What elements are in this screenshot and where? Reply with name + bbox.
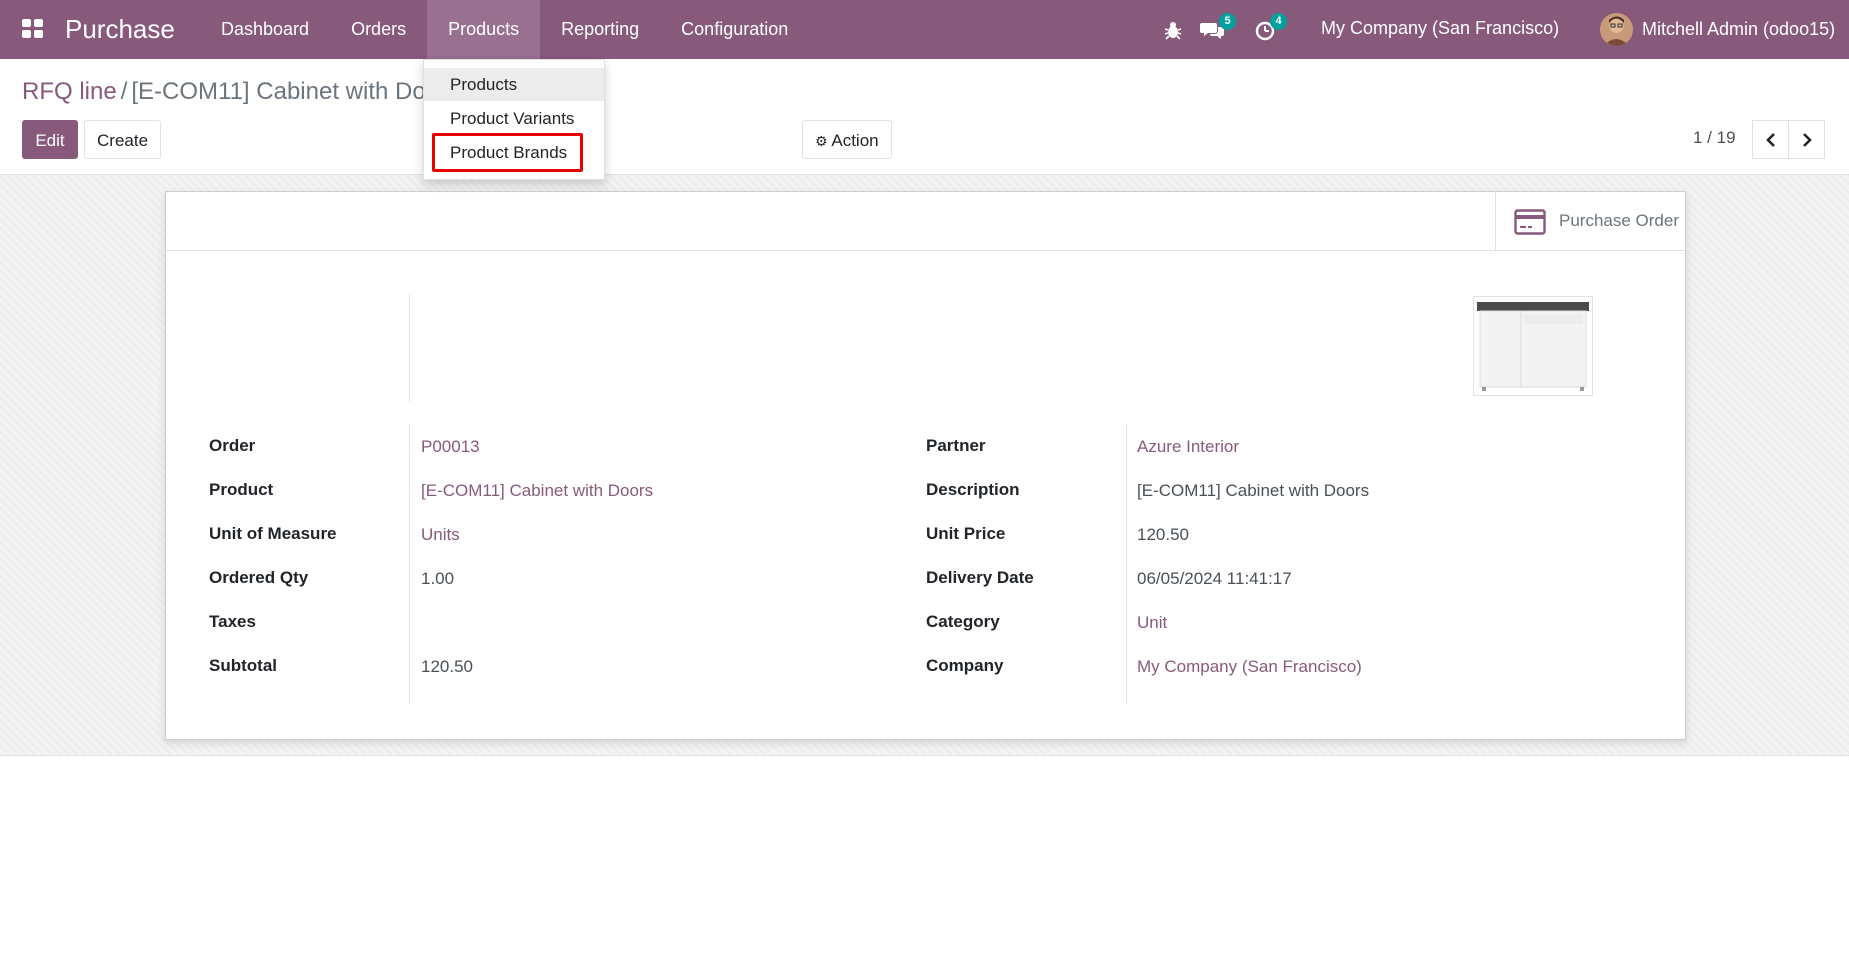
empty-area xyxy=(0,756,1849,971)
field-company-label: Company xyxy=(926,656,1004,675)
button-box: Purchase Order xyxy=(166,192,1685,251)
field-unit-price-value: 120.50 xyxy=(1137,525,1189,544)
messages-badge: 5 xyxy=(1219,13,1236,30)
field-uom-value[interactable]: Units xyxy=(421,525,460,545)
field-unit-of-measure: Unit of Measure Units xyxy=(209,520,809,550)
field-order: Order P00013 xyxy=(209,432,809,462)
breadcrumb: RFQ line / [E-COM11] Cabinet with Do xyxy=(22,78,426,106)
create-button[interactable]: Create xyxy=(84,120,162,159)
credit-card-icon xyxy=(1514,209,1546,235)
menu-reporting[interactable]: Reporting xyxy=(540,0,660,59)
apps-menu-icon[interactable] xyxy=(22,19,44,39)
user-avatar xyxy=(1600,12,1633,46)
breadcrumb-parent[interactable]: RFQ line xyxy=(22,78,117,105)
activities-badge: 4 xyxy=(1270,13,1287,30)
field-product-label: Product xyxy=(209,480,274,499)
field-description-label: Description xyxy=(926,480,1020,499)
company-switcher[interactable]: My Company (San Francisco) xyxy=(1321,18,1559,39)
top-navbar: Purchase Dashboard Orders Products Repor… xyxy=(0,0,1849,59)
dropdown-item-product-variants[interactable]: Product Variants xyxy=(424,102,604,135)
purchase-order-smart-button[interactable]: Purchase Order xyxy=(1495,192,1686,250)
control-panel: RFQ line / [E-COM11] Cabinet with Do Edit … xyxy=(0,59,1849,175)
product-image[interactable] xyxy=(1473,296,1593,396)
field-order-value[interactable]: P00013 xyxy=(421,437,480,457)
menu-orders[interactable]: Orders xyxy=(330,0,427,59)
field-unit-price-label: Unit Price xyxy=(926,524,1006,543)
pager-previous-button[interactable] xyxy=(1752,120,1789,159)
field-partner: Partner Azure Interior xyxy=(926,432,1526,462)
pager-next-button[interactable] xyxy=(1788,120,1825,159)
activities-clock-icon[interactable]: 4 xyxy=(1254,13,1287,44)
field-ordered-qty-label: Ordered Qty xyxy=(209,568,309,587)
field-category-label: Category xyxy=(926,612,1000,631)
field-product-value[interactable]: [E-COM11] Cabinet with Doors xyxy=(421,481,653,501)
action-label: Action xyxy=(831,131,879,150)
debug-bug-icon[interactable] xyxy=(1160,14,1188,44)
field-partner-label: Partner xyxy=(926,436,986,455)
menu-products[interactable]: Products xyxy=(427,0,541,59)
field-taxes: Taxes xyxy=(209,608,809,638)
form-sheet: Purchase Order Order P00013 Product [E-C… xyxy=(165,191,1686,740)
field-company: Company My Company (San Francisco) xyxy=(926,652,1526,682)
products-dropdown-menu: Products Product Variants Product Brands xyxy=(423,59,605,180)
field-delivery-date: Delivery Date 06/05/2024 11:41:17 xyxy=(926,564,1526,594)
chevron-right-icon xyxy=(1803,133,1812,147)
pager-value[interactable]: 1 / 19 xyxy=(1693,128,1736,148)
field-unit-price: Unit Price 120.50 xyxy=(926,520,1526,550)
gear-icon: ⚙ xyxy=(815,133,828,149)
chevron-left-icon xyxy=(1766,133,1775,147)
main-menu: Dashboard Orders Products Reporting Conf… xyxy=(200,0,809,59)
field-subtotal-value: 120.50 xyxy=(421,657,473,676)
field-subtotal-label: Subtotal xyxy=(209,656,277,675)
edit-button[interactable]: Edit xyxy=(22,120,78,159)
messages-icon[interactable]: 5 xyxy=(1200,13,1236,44)
title-separator xyxy=(409,294,410,402)
field-ordered-qty: Ordered Qty 1.00 xyxy=(209,564,809,594)
field-description: Description [E-COM11] Cabinet with Doors xyxy=(926,476,1526,506)
field-partner-value[interactable]: Azure Interior xyxy=(1137,437,1239,457)
user-name: Mitchell Admin (odoo15) xyxy=(1642,18,1836,39)
field-delivery-date-label: Delivery Date xyxy=(926,568,1034,587)
menu-dashboard[interactable]: Dashboard xyxy=(200,0,330,59)
field-delivery-date-value: 06/05/2024 11:41:17 xyxy=(1137,569,1292,588)
breadcrumb-separator: / xyxy=(120,78,128,105)
field-category: Category Unit xyxy=(926,608,1526,638)
field-description-value: [E-COM11] Cabinet with Doors xyxy=(1137,481,1370,500)
field-order-label: Order xyxy=(209,436,256,455)
smart-button-label: Purchase Order xyxy=(1559,211,1679,230)
user-menu[interactable]: Mitchell Admin (odoo15) xyxy=(1600,11,1835,47)
dropdown-item-product-brands[interactable]: Product Brands xyxy=(424,136,604,169)
dropdown-item-products[interactable]: Products xyxy=(424,68,604,101)
app-name[interactable]: Purchase xyxy=(65,14,175,44)
field-uom-label: Unit of Measure xyxy=(209,524,337,543)
breadcrumb-current: [E-COM11] Cabinet with Do xyxy=(131,78,426,105)
field-taxes-label: Taxes xyxy=(209,612,256,631)
field-product: Product [E-COM11] Cabinet with Doors xyxy=(209,476,809,506)
field-subtotal: Subtotal 120.50 xyxy=(209,652,809,682)
field-ordered-qty-value: 1.00 xyxy=(421,569,455,588)
field-company-value[interactable]: My Company (San Francisco) xyxy=(1137,657,1362,677)
action-button[interactable]: ⚙ Action xyxy=(802,120,892,159)
field-category-value[interactable]: Unit xyxy=(1137,613,1167,633)
menu-configuration[interactable]: Configuration xyxy=(660,0,809,59)
